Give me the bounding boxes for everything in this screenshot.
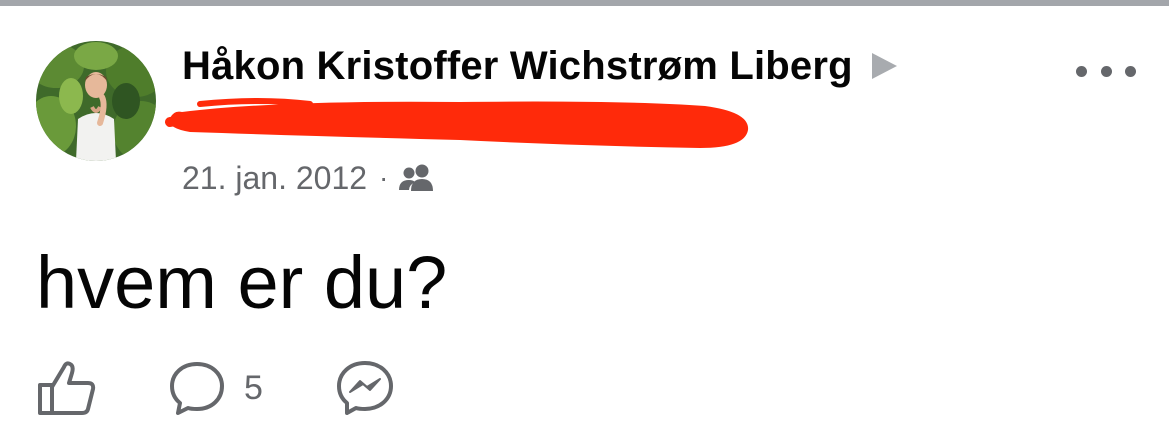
like-button[interactable] (36, 359, 98, 417)
more-dots-icon (1076, 65, 1087, 77)
top-divider (0, 0, 1169, 6)
avatar[interactable] (36, 41, 156, 161)
post-header: Håkon Kristoffer Wichstrøm Liberg (182, 40, 899, 92)
more-dot (1100, 65, 1112, 77)
post-actions: 5 (36, 358, 395, 418)
comment-bubble-icon (170, 362, 224, 415)
comment-button[interactable]: 5 (168, 359, 263, 417)
comment-count: 5 (244, 368, 263, 407)
meta-separator: · (379, 162, 389, 193)
send-message-button[interactable] (335, 359, 395, 417)
post-text: hvem er du? (36, 241, 448, 324)
post-meta: 21. jan. 2012 · (182, 158, 436, 198)
redaction-scribble (160, 92, 760, 158)
play-arrow-icon (869, 51, 899, 81)
author-name[interactable]: Håkon Kristoffer Wichstrøm Liberg (182, 44, 853, 89)
more-options-button[interactable] (1076, 56, 1136, 86)
more-dot (1125, 65, 1136, 77)
friends-icon (398, 163, 436, 193)
thumbs-up-icon (38, 361, 96, 415)
messenger-icon (336, 361, 393, 415)
post-date[interactable]: 21. jan. 2012 (182, 160, 367, 197)
